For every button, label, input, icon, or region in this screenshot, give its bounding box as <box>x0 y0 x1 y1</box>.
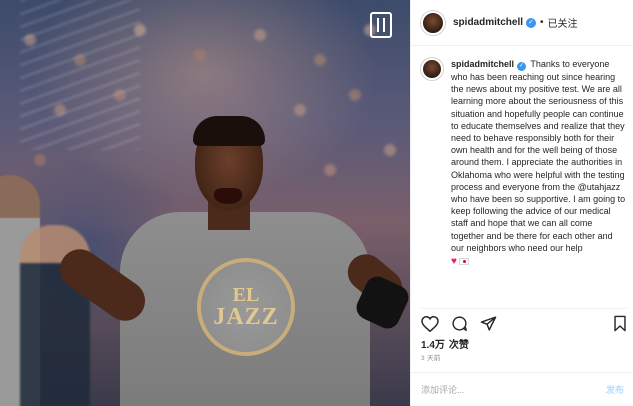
post-date[interactable]: 3 天前 <box>421 352 441 362</box>
shirt-logo: EL JAZZ <box>197 258 295 356</box>
arena-stairs <box>20 0 140 150</box>
player-hair <box>193 116 265 146</box>
separator-dot: • <box>540 17 544 28</box>
post-header: spidadmitchell ✓ • 已关注 <box>411 0 633 46</box>
caption-avatar[interactable] <box>421 58 443 80</box>
reel-icon[interactable] <box>370 12 392 38</box>
username-link[interactable]: spidadmitchell <box>453 17 523 28</box>
comment-icon[interactable] <box>451 315 468 332</box>
post-photo[interactable]: EL JAZZ <box>0 0 410 406</box>
bookmark-icon[interactable] <box>613 315 627 332</box>
caption-block: spidadmitchell ✓ Thanks to everyone who h… <box>421 58 627 268</box>
caption-username-link[interactable]: spidadmitchell <box>451 59 514 69</box>
views-label: 次赞 <box>448 340 469 351</box>
heart-emoji: ♥ <box>451 256 457 268</box>
action-bar <box>421 308 627 332</box>
comment-bar: 发布 <box>411 372 633 406</box>
caption-emoji-row: ♥ <box>451 255 626 268</box>
caption: spidadmitchell ✓ Thanks to everyone who h… <box>451 58 626 268</box>
post-sidebar: spidadmitchell ✓ • 已关注 spidadmitchell ✓ T… <box>410 0 633 406</box>
heart-icon[interactable] <box>421 315 439 332</box>
post-comment-button[interactable]: 发布 <box>606 383 624 396</box>
caption-verified-badge-icon: ✓ <box>517 62 527 71</box>
avatar[interactable] <box>421 10 445 35</box>
shirt-logo-line2: JAZZ <box>213 304 279 330</box>
verified-badge-icon: ✓ <box>526 17 537 28</box>
views-number: 1.4万 <box>421 340 445 351</box>
follow-status-button[interactable]: 已关注 <box>548 15 578 30</box>
player-mouth <box>214 188 242 204</box>
share-icon[interactable] <box>480 315 497 332</box>
views-count[interactable]: 1.4万 次赞 <box>421 336 469 351</box>
shirt-logo-line1: EL <box>232 284 260 306</box>
flag-emoji <box>458 258 469 266</box>
caption-body: Thanks to everyone who has been reaching… <box>451 59 626 253</box>
comment-input[interactable] <box>421 384 591 395</box>
